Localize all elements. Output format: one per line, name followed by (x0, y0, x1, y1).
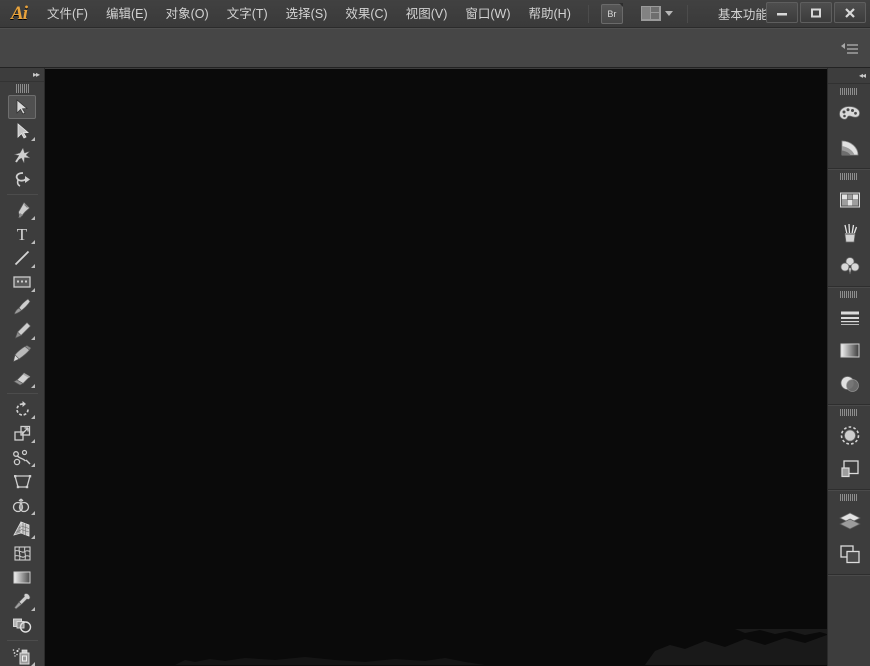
control-bar-menu-button[interactable] (840, 41, 860, 57)
color-panel-button[interactable] (828, 98, 870, 131)
line-segment-tool[interactable] (8, 246, 36, 270)
canvas-artifact (175, 629, 827, 665)
type-tool[interactable]: T (8, 222, 36, 246)
bridge-button[interactable]: Br (600, 2, 623, 24)
panel-dock: ◂◂ (827, 68, 870, 666)
graphic-styles-panel-button[interactable] (828, 452, 870, 485)
menu-edit[interactable]: 编辑(E) (97, 0, 157, 28)
arrange-documents-button[interactable] (640, 6, 673, 21)
menu-window[interactable]: 窗口(W) (456, 0, 519, 28)
pencil-tool[interactable] (8, 318, 36, 342)
gradient-panel-button[interactable] (828, 334, 870, 367)
svg-text:T: T (17, 225, 28, 243)
menu-select[interactable]: 选择(S) (277, 0, 337, 28)
window-controls (766, 2, 866, 23)
double-right-arrow-icon: ▸▸ (32, 69, 40, 79)
app-logo-icon: Ai (11, 2, 28, 24)
menu-help[interactable]: 帮助(H) (520, 0, 580, 28)
tool-divider-1 (6, 194, 38, 195)
tools-panel-collapse-button[interactable]: ▸▸ (0, 68, 44, 82)
selection-tool[interactable] (8, 95, 36, 119)
magic-wand-tool[interactable] (8, 143, 36, 167)
menu-file[interactable]: 文件(F) (38, 0, 97, 28)
appearance-panel-button[interactable] (828, 419, 870, 452)
perspective-grid-tool[interactable] (8, 517, 36, 541)
menu-object[interactable]: 对象(O) (157, 0, 218, 28)
rectangle-tool[interactable] (8, 270, 36, 294)
illustrator-window: Ai 文件(F) 编辑(E) 对象(O) 文字(T) 选择(S) 效果(C) 视… (0, 0, 870, 666)
arrange-documents-icon (640, 6, 661, 21)
symbols-panel-button[interactable] (828, 249, 870, 282)
tool-divider-3 (6, 640, 38, 641)
tool-divider-2 (6, 393, 38, 394)
eraser-tool[interactable] (8, 366, 36, 390)
workspace-label: 基本功能 (717, 8, 768, 22)
rotate-tool[interactable] (8, 397, 36, 421)
mesh-tool[interactable] (8, 541, 36, 565)
stroke-panel-button[interactable] (828, 301, 870, 334)
control-bar (0, 28, 870, 68)
shape-builder-tool[interactable] (8, 493, 36, 517)
tools-panel: ▸▸ T (0, 68, 45, 666)
menubar-divider-2 (686, 4, 688, 23)
minimize-button[interactable] (766, 2, 798, 23)
free-transform-tool[interactable] (8, 469, 36, 493)
swatches-group-grip[interactable] (828, 169, 870, 183)
menu-bar: Ai 文件(F) 编辑(E) 对象(O) 文字(T) 选择(S) 效果(C) 视… (0, 0, 870, 28)
close-button[interactable] (834, 2, 866, 23)
maximize-button[interactable] (800, 2, 832, 23)
dock-collapse-button[interactable]: ◂◂ (828, 68, 870, 84)
direct-selection-tool[interactable] (8, 119, 36, 143)
eyedropper-tool[interactable] (8, 589, 36, 613)
menu-items: 文件(F) 编辑(E) 对象(O) 文字(T) 选择(S) 效果(C) 视图(V… (38, 0, 580, 28)
menubar-divider-1 (587, 4, 589, 23)
blob-brush-tool[interactable] (8, 342, 36, 366)
double-left-arrow-icon: ◂◂ (858, 70, 866, 80)
stroke-group (828, 287, 870, 405)
document-canvas[interactable] (45, 69, 827, 666)
symbol-sprayer-tool[interactable] (8, 644, 36, 666)
appearance-group (828, 405, 870, 490)
swatches-panel-button[interactable] (828, 183, 870, 216)
color-guide-panel-button[interactable] (828, 131, 870, 164)
blend-tool[interactable] (8, 613, 36, 637)
swatches-group (828, 169, 870, 287)
gradient-tool[interactable] (8, 565, 36, 589)
menu-type[interactable]: 文字(T) (218, 0, 277, 28)
layers-group (828, 490, 870, 575)
lasso-tool[interactable] (8, 167, 36, 191)
width-tool[interactable] (8, 445, 36, 469)
tool-list: T (0, 95, 44, 666)
appearance-group-grip[interactable] (828, 405, 870, 419)
menu-effect[interactable]: 效果(C) (336, 0, 396, 28)
layers-panel-button[interactable] (828, 504, 870, 537)
chevron-down-icon (664, 11, 673, 16)
stroke-group-grip[interactable] (828, 287, 870, 301)
color-group-grip[interactable] (828, 84, 870, 98)
layers-group-grip[interactable] (828, 490, 870, 504)
artboards-panel-button[interactable] (828, 537, 870, 570)
brushes-panel-button[interactable] (828, 216, 870, 249)
tools-panel-grip[interactable] (0, 82, 44, 95)
transparency-panel-button[interactable] (828, 367, 870, 400)
menu-view[interactable]: 视图(V) (397, 0, 457, 28)
paintbrush-tool[interactable] (8, 294, 36, 318)
color-group (828, 84, 870, 169)
pen-tool[interactable] (8, 198, 36, 222)
scale-tool[interactable] (8, 421, 36, 445)
